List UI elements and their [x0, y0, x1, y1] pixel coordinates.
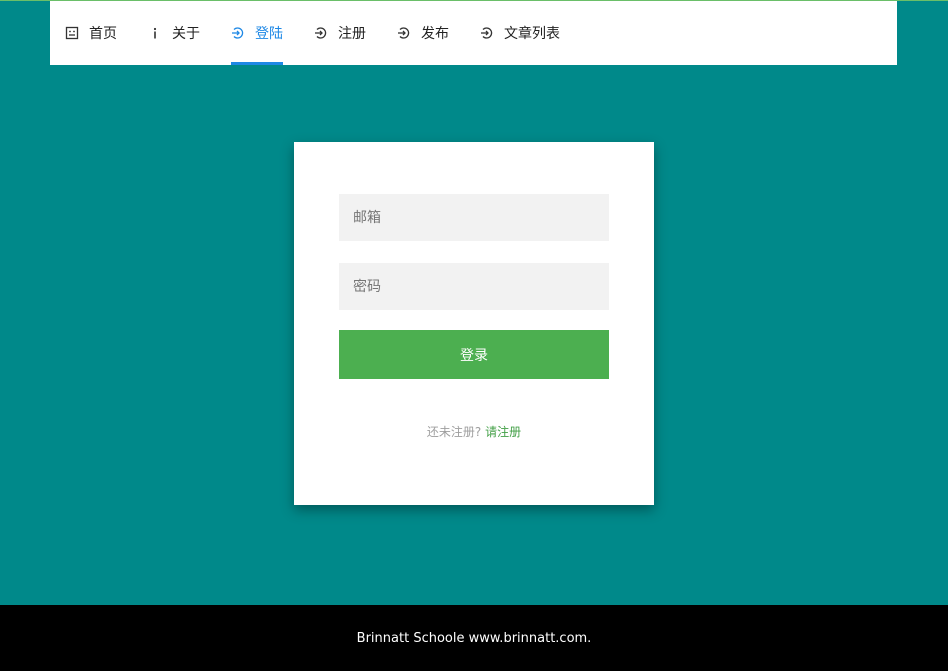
nav-item-label: 首页	[89, 26, 117, 42]
home-icon	[65, 26, 79, 40]
register-hint: 还未注册? 请注册	[294, 423, 654, 440]
nav-item-publish[interactable]: 发布	[397, 1, 449, 65]
register-prompt: 还未注册?	[426, 425, 482, 439]
password-field[interactable]	[339, 263, 609, 310]
nav-item-register[interactable]: 注册	[314, 1, 366, 65]
nav-item-label: 注册	[338, 26, 366, 42]
login-icon	[314, 26, 328, 40]
nav-item-login[interactable]: 登陆	[231, 1, 283, 65]
email-field[interactable]	[339, 194, 609, 241]
footer-text: Brinnatt Schoole www.brinnatt.com.	[356, 631, 592, 646]
nav-item-label: 发布	[421, 26, 449, 42]
nav-item-label: 登陆	[255, 26, 283, 42]
top-navbar: 首页 关于 登陆 注册 发布 文章列表	[50, 1, 897, 65]
register-link[interactable]: 请注册	[485, 425, 521, 439]
login-icon	[397, 26, 411, 40]
nav-item-home[interactable]: 首页	[65, 1, 117, 65]
nav-item-article-list[interactable]: 文章列表	[480, 1, 560, 65]
login-card: 登录 还未注册? 请注册	[294, 142, 654, 505]
footer: Brinnatt Schoole www.brinnatt.com.	[0, 605, 948, 671]
nav-item-label: 文章列表	[504, 26, 560, 42]
login-icon	[480, 26, 494, 40]
info-icon	[148, 26, 162, 40]
nav-item-label: 关于	[172, 26, 200, 42]
login-button[interactable]: 登录	[339, 330, 609, 379]
login-icon	[231, 26, 245, 40]
nav-item-about[interactable]: 关于	[148, 1, 200, 65]
